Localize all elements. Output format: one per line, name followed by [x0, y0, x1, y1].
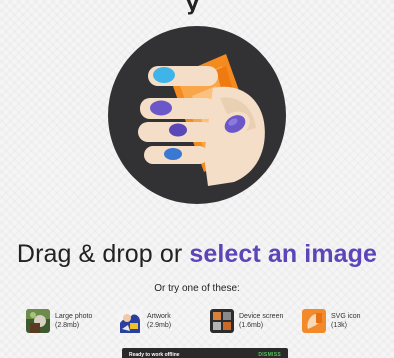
drop-zone-headline: Drag & drop or select an image	[0, 240, 394, 269]
svg-thumbnail-icon	[302, 309, 326, 333]
example-title: Artwork	[147, 313, 171, 320]
example-images-list: Large photo (2.8mb) Artwork (2.9mb) Devi…	[26, 309, 376, 335]
page-header-fragment: y	[186, 0, 200, 15]
toast-message: Ready to work offline	[129, 352, 180, 358]
example-size: (1.6mb)	[239, 322, 264, 329]
example-size: (13k)	[331, 322, 347, 329]
hero-illustration	[108, 26, 286, 204]
device-thumbnail-icon	[210, 309, 234, 333]
example-artwork[interactable]: Artwork (2.9mb)	[118, 309, 171, 333]
example-title: Large photo	[55, 313, 93, 320]
example-device-screen[interactable]: Device screen (1.6mb)	[210, 309, 283, 333]
offline-ready-toast: Ready to work offline DISMISS	[122, 348, 288, 358]
example-size: (2.8mb)	[55, 322, 80, 329]
example-size: (2.9mb)	[147, 322, 172, 329]
dismiss-button[interactable]: DISMISS	[258, 352, 281, 358]
example-title: Device screen	[239, 313, 284, 320]
select-image-link[interactable]: select an image	[189, 240, 377, 268]
example-title: SVG icon	[331, 313, 361, 320]
photo-thumbnail-icon	[26, 309, 50, 333]
hand-holding-image-icon	[138, 54, 265, 186]
artwork-thumbnail-icon	[118, 309, 142, 333]
example-large-photo[interactable]: Large photo (2.8mb)	[26, 309, 92, 333]
headline-prefix: Drag & drop or	[16, 240, 190, 268]
try-examples-label: Or try one of these:	[154, 283, 240, 294]
example-svg-icon[interactable]: SVG icon (13k)	[302, 309, 361, 333]
